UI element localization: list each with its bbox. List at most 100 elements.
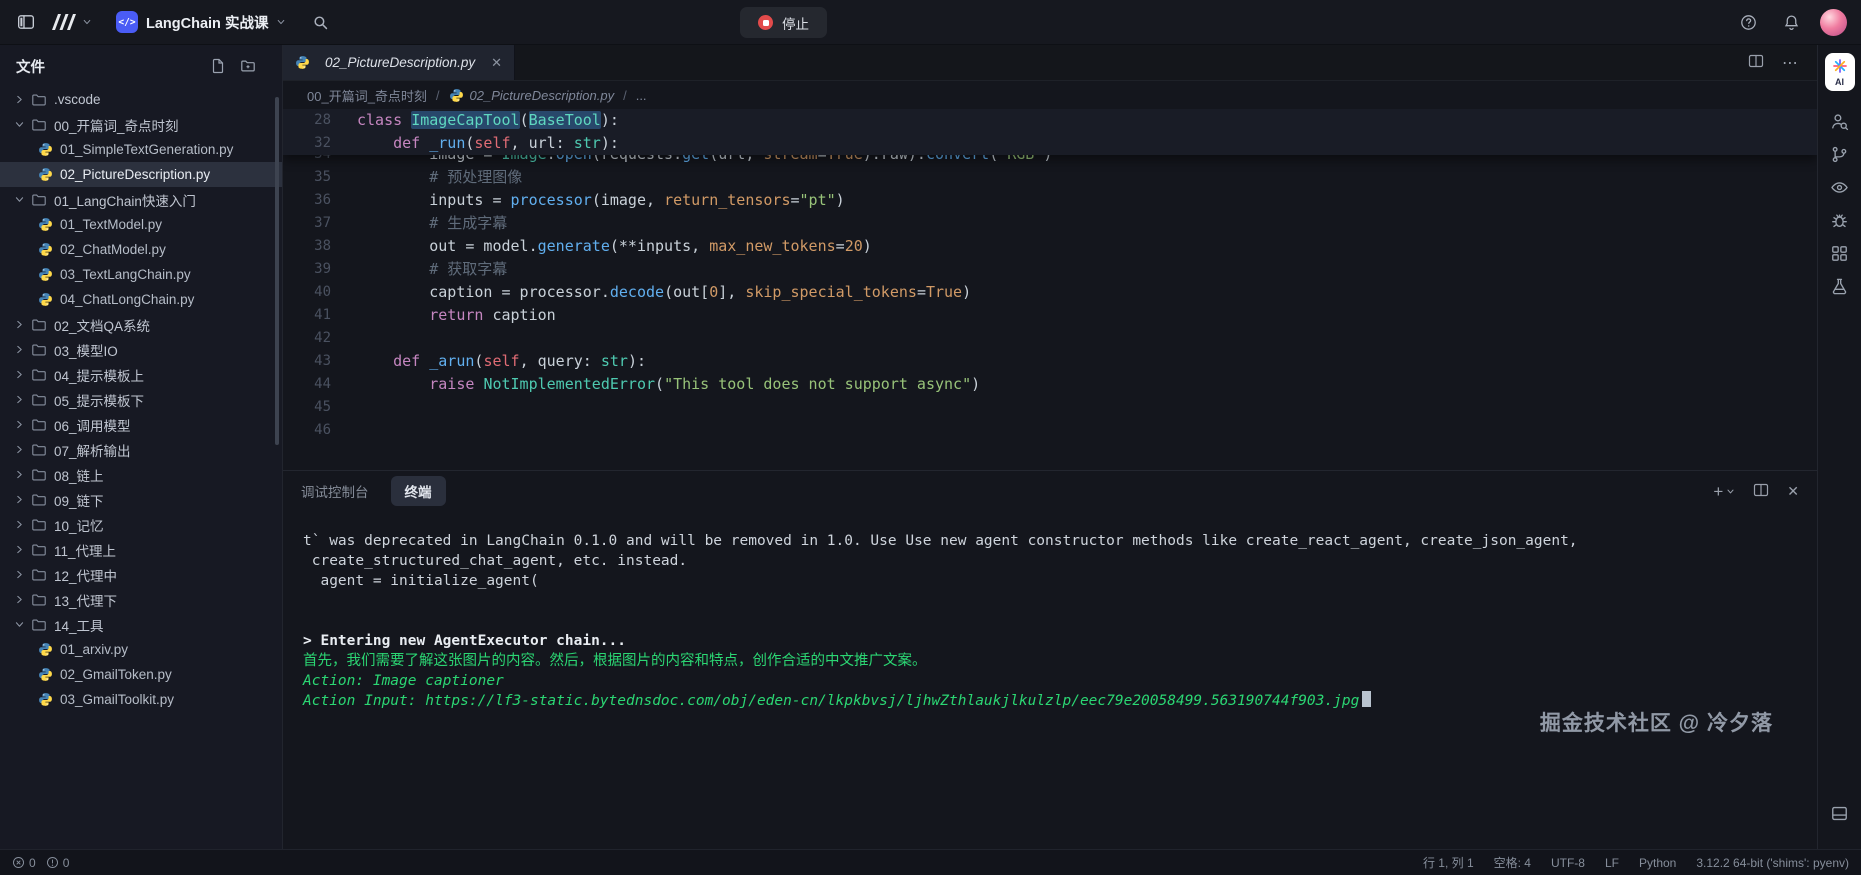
- folder-icon: [31, 117, 47, 133]
- terminal-output[interactable]: t` was deprecated in LangChain 0.1.0 and…: [283, 511, 1817, 711]
- folder-label: .vscode: [54, 92, 101, 107]
- breadcrumb-item[interactable]: 00_开篇词_奇点时刻: [307, 86, 427, 105]
- more-actions-icon[interactable]: ⋯: [1782, 53, 1799, 73]
- tree-folder[interactable]: 13_代理下: [0, 587, 282, 612]
- error-count: 0: [29, 856, 36, 870]
- python-icon: [38, 692, 53, 707]
- statusbar-item[interactable]: Python: [1639, 856, 1676, 870]
- brand-logo[interactable]: [50, 13, 92, 31]
- folder-label: 14_工具: [54, 615, 104, 635]
- code-editor[interactable]: 34 image = Image.open(requests.get(url, …: [283, 109, 1817, 470]
- tree-folder[interactable]: 00_开篇词_奇点时刻: [0, 112, 282, 137]
- tree-file[interactable]: 01_SimpleTextGeneration.py: [0, 137, 282, 162]
- tree-file[interactable]: 02_ChatModel.py: [0, 237, 282, 262]
- tree-folder[interactable]: 04_提示模板上: [0, 362, 282, 387]
- folder-label: 08_链上: [54, 465, 104, 485]
- tab-debug-console[interactable]: 调试控制台: [301, 481, 369, 501]
- terminal-line: 首先，我们需要了解这张图片的内容。然后，根据图片的内容和特点，创作合适的中文推广…: [303, 651, 1797, 671]
- tree-file[interactable]: 01_TextModel.py: [0, 212, 282, 237]
- code-badge-icon: </>: [116, 11, 138, 33]
- code-line: 35 # 预处理图像: [283, 166, 1817, 189]
- sidebar-scrollbar[interactable]: [275, 97, 279, 445]
- file-label: 04_ChatLongChain.py: [60, 292, 194, 307]
- layout-toggle-icon[interactable]: [12, 8, 40, 36]
- tab-label: 02_PictureDescription.py: [325, 55, 475, 70]
- editor-area: 02_PictureDescription.py ✕ ⋯ 00_开篇词_奇点时刻…: [283, 45, 1817, 849]
- git-branch-icon[interactable]: [1827, 141, 1853, 167]
- tree-folder[interactable]: 06_调用模型: [0, 412, 282, 437]
- tree-file[interactable]: 02_PictureDescription.py: [0, 162, 282, 187]
- chevron-right-icon: [14, 444, 31, 455]
- tree-folder[interactable]: 01_LangChain快速入门: [0, 187, 282, 212]
- tree-folder[interactable]: 02_文档QA系统: [0, 312, 282, 337]
- file-explorer: 文件 .vscode00_开篇词_奇点时刻01_SimpleTextGenera…: [0, 45, 283, 849]
- tree-folder[interactable]: 03_模型IO: [0, 337, 282, 362]
- extensions-grid-icon[interactable]: [1827, 240, 1853, 266]
- close-tab-icon[interactable]: ✕: [491, 55, 502, 71]
- tree-folder[interactable]: 07_解析输出: [0, 437, 282, 462]
- help-icon[interactable]: [1734, 8, 1762, 36]
- chevron-right-icon: [14, 569, 31, 580]
- statusbar-item[interactable]: LF: [1605, 856, 1619, 870]
- statusbar-item[interactable]: 空格: 4: [1494, 854, 1531, 871]
- tree-folder[interactable]: 14_工具: [0, 612, 282, 637]
- watermark: 掘金技术社区 @ 冷夕落: [1540, 707, 1773, 737]
- tree-file[interactable]: 03_TextLangChain.py: [0, 262, 282, 287]
- test-flask-icon[interactable]: [1827, 273, 1853, 299]
- terminal-line: create_structured_chat_agent, etc. inste…: [303, 551, 1797, 571]
- breadcrumb: 00_开篇词_奇点时刻/02_PictureDescription.py/...: [283, 81, 1817, 109]
- tree-folder[interactable]: 12_代理中: [0, 562, 282, 587]
- chevron-right-icon: [14, 519, 31, 530]
- tree-folder[interactable]: 08_链上: [0, 462, 282, 487]
- split-terminal-icon[interactable]: [1753, 482, 1769, 501]
- search-icon[interactable]: [306, 8, 334, 36]
- tree-file[interactable]: 02_GmailToken.py: [0, 662, 282, 687]
- new-file-icon[interactable]: [210, 58, 226, 74]
- folder-label: 11_代理上: [54, 540, 116, 560]
- tree-folder[interactable]: .vscode: [0, 87, 282, 112]
- tree-folder[interactable]: 09_链下: [0, 487, 282, 512]
- user-search-icon[interactable]: [1827, 108, 1853, 134]
- statusbar-item[interactable]: 行 1, 列 1: [1423, 854, 1474, 871]
- terminal-cursor: [1362, 691, 1371, 707]
- stop-button[interactable]: 停止: [740, 7, 827, 38]
- terminal-panel: 调试控制台 终端 + ✕ t` was deprecated in LangCh…: [283, 470, 1817, 849]
- chevron-right-icon: [14, 469, 31, 480]
- tree-file[interactable]: 01_arxiv.py: [0, 637, 282, 662]
- bell-icon[interactable]: [1777, 8, 1805, 36]
- code-line: 39 # 获取字幕: [283, 258, 1817, 281]
- terminal-line: agent = initialize_agent(: [303, 571, 1797, 591]
- statusbar-item[interactable]: UTF-8: [1551, 856, 1585, 870]
- problems-indicator[interactable]: 0 0: [12, 856, 75, 870]
- tree-folder[interactable]: 10_记忆: [0, 512, 282, 537]
- editor-tab[interactable]: 02_PictureDescription.py ✕: [283, 45, 515, 80]
- tree-file[interactable]: 04_ChatLongChain.py: [0, 287, 282, 312]
- debug-bug-icon[interactable]: [1827, 207, 1853, 233]
- breadcrumb-item[interactable]: ...: [636, 88, 647, 103]
- breadcrumb-item[interactable]: 02_PictureDescription.py: [449, 88, 615, 103]
- folder-label: 01_LangChain快速入门: [54, 190, 196, 210]
- file-label: 01_SimpleTextGeneration.py: [60, 142, 233, 157]
- chevron-down-icon: [1726, 487, 1735, 496]
- panel-bottom-icon[interactable]: [1827, 800, 1853, 826]
- file-label: 03_TextLangChain.py: [60, 267, 191, 282]
- avatar[interactable]: [1820, 9, 1847, 36]
- statusbar-item[interactable]: 3.12.2 64-bit ('shims': pyenv): [1696, 856, 1849, 870]
- python-icon: [38, 667, 53, 682]
- tree-folder[interactable]: 05_提示模板下: [0, 387, 282, 412]
- eye-watch-icon[interactable]: [1827, 174, 1853, 200]
- new-terminal-button[interactable]: +: [1713, 483, 1735, 500]
- tree-file[interactable]: 03_GmailToolkit.py: [0, 687, 282, 712]
- close-panel-icon[interactable]: ✕: [1787, 483, 1799, 500]
- project-switcher[interactable]: </> LangChain 实战课: [116, 11, 286, 33]
- terminal-line: t` was deprecated in LangChain 0.1.0 and…: [303, 531, 1797, 551]
- tab-terminal[interactable]: 终端: [391, 476, 446, 506]
- code-line: 37 # 生成字幕: [283, 212, 1817, 235]
- folder-icon: [31, 542, 47, 558]
- status-bar: 0 0 行 1, 列 1 空格: 4 UTF-8 LF Python 3.12.2 64-…: [0, 849, 1861, 875]
- tree-folder[interactable]: 11_代理上: [0, 537, 282, 562]
- new-folder-icon[interactable]: [240, 58, 256, 74]
- file-label: 03_GmailToolkit.py: [60, 692, 174, 707]
- ai-assistant-icon[interactable]: AI: [1825, 53, 1855, 91]
- split-editor-icon[interactable]: [1748, 53, 1764, 72]
